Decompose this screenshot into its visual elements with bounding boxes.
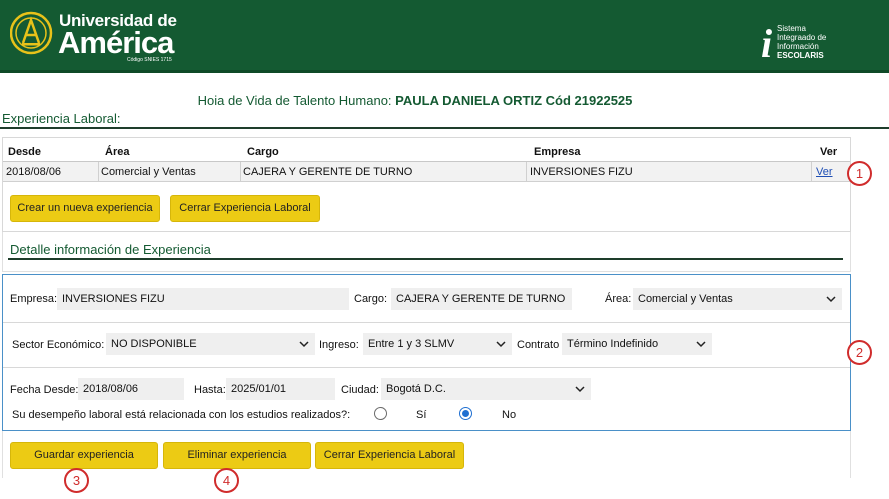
section-title: Experiencia Laboral:: [2, 111, 121, 126]
new-experience-button[interactable]: Crear un nueva experiencia: [10, 195, 160, 222]
university-emblem-icon: [10, 11, 53, 55]
cargo-field[interactable]: CAJERA Y GERENTE DE TURNO: [391, 288, 572, 310]
callout-4: 4: [214, 468, 239, 493]
section-divider: [0, 127, 889, 129]
sector-label: Sector Económico:: [12, 339, 105, 351]
logo-line2: América: [58, 25, 174, 60]
chevron-down-icon: [299, 341, 309, 348]
callout-1: 1: [847, 161, 872, 186]
cell-empresa: INVERSIONES FIZU: [530, 166, 633, 178]
title-code: 21922525: [574, 93, 633, 108]
col-empresa: Empresa: [534, 146, 581, 158]
radio-no[interactable]: [459, 407, 472, 420]
experience-table-panel: Desde Área Cargo Empresa Ver 2018/08/06 …: [2, 137, 851, 232]
empresa-field[interactable]: INVERSIONES FIZU: [57, 288, 349, 310]
ingreso-select[interactable]: Entre 1 y 3 SLMV: [363, 333, 512, 355]
system-line3: Información: [777, 42, 819, 51]
radio-no-label: No: [502, 409, 517, 421]
title-name: PAULA DANIELA ORTIZ: [395, 93, 543, 108]
cell-area: Comercial y Ventas: [101, 166, 196, 178]
system-line1: Sistema: [777, 24, 806, 33]
ver-link[interactable]: Ver: [816, 166, 833, 178]
area-label: Área:: [605, 293, 632, 305]
delete-experience-button[interactable]: Eliminar experiencia: [163, 442, 311, 469]
chevron-down-icon: [826, 296, 836, 303]
ciudad-select-value: Bogotá D.C.: [386, 383, 446, 395]
app-header: Universidad de América Código SNIES 1715…: [0, 0, 889, 73]
cell-cargo: CAJERA Y GERENTE DE TURNO: [243, 166, 413, 178]
col-ver: Ver: [820, 146, 838, 158]
system-line4: ESCOLARIS: [777, 51, 824, 60]
col-area: Área: [105, 146, 130, 158]
system-logo: i Sistema Integraado de Información ESCO…: [761, 22, 881, 68]
title-prefix: Hoia de Vida de Talento Humano:: [197, 93, 392, 108]
radio-si-label: Sí: [416, 409, 427, 421]
ciudad-select[interactable]: Bogotá D.C.: [381, 378, 591, 400]
fecha-desde-field[interactable]: 2018/08/06: [78, 378, 184, 400]
experience-form: Empresa: INVERSIONES FIZU Cargo: CAJERA …: [2, 274, 851, 431]
fecha-desde-label: Fecha Desde:: [10, 384, 79, 396]
system-line2: Integraado de: [777, 33, 827, 42]
chevron-down-icon: [575, 386, 585, 393]
relacion-question: Su desempeño laboral está relacionada co…: [12, 409, 351, 421]
cell-desde: 2018/08/06: [6, 166, 62, 178]
detail-divider: [8, 258, 843, 260]
hasta-field[interactable]: 2025/01/01: [226, 378, 335, 400]
detail-title: Detalle información de Experiencia: [10, 242, 211, 257]
callout-2: 2: [847, 340, 872, 365]
empresa-label: Empresa:: [10, 293, 58, 305]
callout-3: 3: [64, 468, 89, 493]
contrato-label: Contrato: [517, 339, 560, 351]
col-cargo: Cargo: [247, 146, 279, 158]
chevron-down-icon: [696, 341, 706, 348]
table-header: Desde Área Cargo Empresa Ver: [3, 142, 850, 162]
university-logo[interactable]: Universidad de América Código SNIES 1715: [10, 8, 185, 66]
ingreso-label: Ingreso:: [319, 339, 359, 351]
close-experience-bottom-button[interactable]: Cerrar Experiencia Laboral: [315, 442, 464, 469]
close-experience-top-button[interactable]: Cerrar Experiencia Laboral: [170, 195, 320, 222]
table-row[interactable]: 2018/08/06 Comercial y Ventas CAJERA Y G…: [3, 162, 850, 182]
logo-code: Código SNIES 1715: [127, 57, 172, 63]
area-select-value: Comercial y Ventas: [638, 293, 733, 305]
ingreso-select-value: Entre 1 y 3 SLMV: [368, 338, 455, 350]
col-desde: Desde: [8, 146, 42, 158]
title-code-label: Cód: [545, 93, 571, 108]
contrato-select[interactable]: Término Indefinido: [562, 333, 712, 355]
hasta-label: Hasta:: [194, 384, 226, 396]
save-experience-button[interactable]: Guardar experiencia: [10, 442, 158, 469]
area-select[interactable]: Comercial y Ventas: [633, 288, 842, 310]
info-icon: i: [761, 21, 773, 66]
contrato-select-value: Término Indefinido: [567, 338, 659, 350]
page-title: Hoia de Vida de Talento Humano: PAULA DA…: [0, 93, 830, 108]
radio-si[interactable]: [374, 407, 387, 420]
chevron-down-icon: [496, 341, 506, 348]
sector-select-value: NO DISPONIBLE: [111, 338, 197, 350]
ciudad-label: Ciudad:: [341, 384, 379, 396]
sector-select[interactable]: NO DISPONIBLE: [106, 333, 315, 355]
cargo-label: Cargo:: [354, 293, 388, 305]
